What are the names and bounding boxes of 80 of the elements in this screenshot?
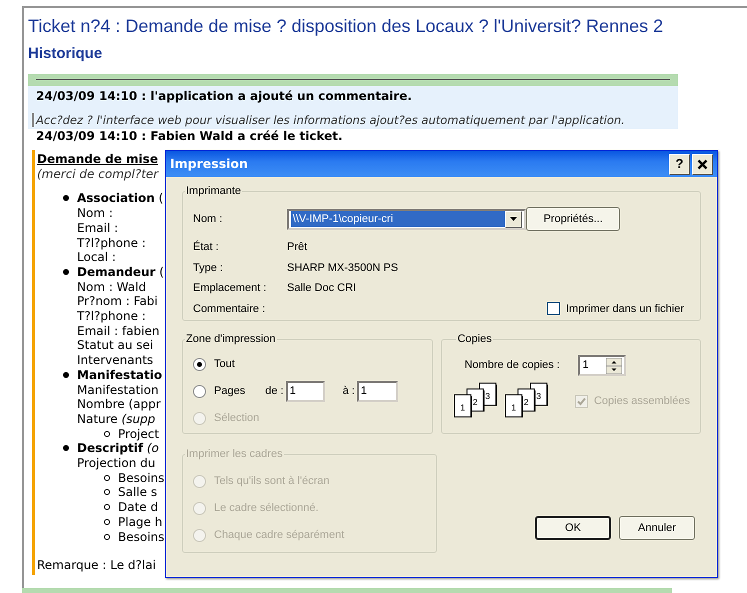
radio-label: Chaque cadre séparément [214, 528, 344, 544]
bullet-icon [63, 268, 69, 275]
field-line: T?l?phone : [77, 309, 146, 324]
radio-label: Pages [214, 384, 246, 400]
group-label: Imprimante [185, 185, 242, 197]
circle-bullet-icon [104, 518, 110, 525]
entry-heading: 24/03/09 14:10 : Fabien Wald a créé le ticket. [36, 129, 344, 144]
dialog-button[interactable]: OK [535, 516, 611, 540]
sub-item: Besoins [118, 470, 164, 486]
circle-bullet-icon [104, 504, 110, 510]
checkbox[interactable] [547, 302, 560, 316]
spin-arrows-icon[interactable] [606, 358, 622, 374]
radio-label: Le cadre sélectionné. [214, 501, 319, 516]
properties-button[interactable]: Propriétés... [526, 207, 620, 231]
field-label: à : [342, 384, 355, 400]
page-from-field[interactable]: 1 [286, 381, 325, 402]
field-label: Nombre de copies : [464, 358, 561, 374]
field-label: de : [265, 384, 284, 400]
close-button[interactable] [692, 154, 713, 174]
field-value: Prêt [287, 240, 308, 255]
help-button[interactable]: ? [669, 154, 690, 174]
sub-item: Besoins [118, 530, 164, 544]
field-line: Projection du [77, 456, 156, 471]
field-line: T?l?phone : [77, 236, 146, 250]
field-line: Intervenants [77, 353, 154, 368]
field-line: Nature (supp [77, 412, 156, 427]
checkbox-label: Imprimer dans un fichier [566, 302, 684, 316]
close-icon [697, 158, 708, 170]
field-group-label: Descriptif (o [77, 441, 159, 456]
printer-select[interactable]: \\V-IMP-1\copieur-cri [286, 208, 526, 230]
radio-label: Tout [214, 357, 235, 372]
circle-bullet-icon [104, 474, 110, 481]
page-title: Ticket n?4 : Demande de mise ? disposition des Locaux ? l'Universit? Rennes 2 [28, 15, 664, 38]
comment-text: Acc?dez ? l'interface web pour visualiser les informations ajout?es automatiquement par l'application. [32, 113, 678, 127]
circle-bullet-icon [104, 489, 110, 496]
remark-text: Remarque : Le d?lai [37, 558, 156, 573]
radio-label: Tels qu'ils sont à l'écran [214, 474, 330, 490]
form-heading: Demande de mise [37, 152, 158, 167]
sub-item: Salle s [118, 485, 158, 500]
sub-item: Plage h [118, 514, 162, 530]
dialog-title: Impression [170, 154, 249, 173]
bullet-icon [63, 195, 69, 202]
field-line: Local : [77, 250, 116, 265]
field-group-label: Manifestatio [77, 368, 162, 383]
field-line: Nom : [77, 206, 113, 221]
field-line: Statut au sei [77, 338, 154, 354]
checkbox-label: Copies assemblées [594, 394, 690, 409]
field-line: Manifestation [77, 382, 159, 398]
dialog-button[interactable]: Annuler [619, 516, 695, 540]
section-heading: Historique [28, 44, 104, 64]
radio-label: Sélection [214, 411, 260, 426]
field-group-label: Demandeur ( [77, 264, 164, 280]
sub-item: Date d [118, 500, 158, 515]
radio-button[interactable] [193, 385, 206, 398]
copies-spinner[interactable]: 1 [578, 355, 626, 376]
field-line: Nom : Wald [77, 280, 146, 294]
field-group-label: Association ( [77, 191, 164, 206]
page-to-field[interactable]: 1 [356, 381, 398, 402]
field-label: Type : [193, 260, 224, 276]
group-label: Zone d'impression [185, 333, 277, 345]
sub-item: Project [118, 426, 160, 442]
entry-heading: 24/03/09 14:10 : l'application a ajouté un commentaire. [36, 89, 413, 104]
radio-button[interactable] [193, 358, 206, 371]
group-label: Copies [456, 333, 493, 345]
group-label: Imprimer les cadres [185, 448, 284, 460]
field-label: Commentaire : [193, 302, 266, 316]
field-line: Email : [77, 220, 118, 236]
form-note: (merci de compl?ter [37, 166, 158, 182]
field-line: Nombre (appr [77, 397, 161, 412]
bullet-icon [63, 445, 69, 452]
field-label: Nom : [193, 212, 224, 227]
field-value: SHARP MX-3500N PS [287, 260, 398, 276]
bullet-icon [63, 372, 69, 378]
circle-bullet-icon [104, 430, 110, 437]
field-label: Emplacement : [193, 281, 268, 296]
circle-bullet-icon [104, 534, 110, 540]
field-line: Email : fabien [77, 324, 160, 338]
field-label: État : [193, 240, 220, 255]
field-line: Pr?nom : Fabi [77, 294, 158, 310]
field-value: Salle Doc CRI [287, 281, 356, 296]
